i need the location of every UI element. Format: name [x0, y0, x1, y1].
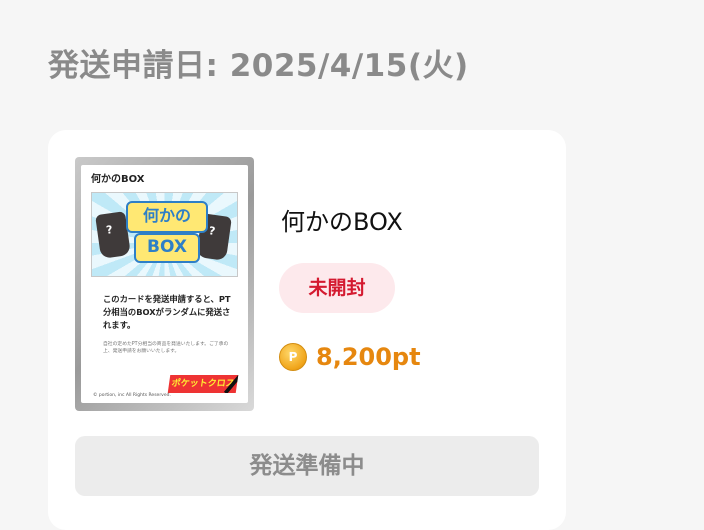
- card-image-copyright: © portion, inc All Rights Reserved.: [93, 393, 171, 398]
- card-logo-line1: 何かの: [126, 201, 208, 233]
- shipping-status-button[interactable]: 発送準備中: [75, 436, 539, 496]
- card-image-description: このカードを発送申請すると、PT分相当のBOXがランダムに発送されます。: [103, 294, 231, 330]
- shipping-request-date: 発送申請日: 2025/4/15(火): [48, 48, 469, 84]
- shipment-item-card: 何かのBOX ? ? 何かの BOX このカードを発送申請すると、PT分相当のB…: [48, 130, 566, 530]
- points-value: 8,200pt: [316, 343, 421, 371]
- item-name: 何かのBOX: [281, 208, 403, 236]
- brand-logo: ポケットクロス: [167, 375, 239, 393]
- card-logo-line2: BOX: [134, 233, 200, 263]
- card-image-face: 何かのBOX ? ? 何かの BOX このカードを発送申請すると、PT分相当のB…: [81, 165, 248, 403]
- card-image-title: 何かのBOX: [91, 174, 145, 185]
- points-display: P 8,200pt: [279, 342, 421, 372]
- card-image-artwork: ? ? 何かの BOX: [91, 192, 238, 277]
- card-image-fine-print: 自社の定めたPT分相当の商品を発送いたします。ご了承の上、発送申請をお願いいたし…: [103, 342, 229, 354]
- status-badge: 未開封: [279, 263, 395, 313]
- coin-icon: P: [279, 343, 307, 371]
- item-card-image: 何かのBOX ? ? 何かの BOX このカードを発送申請すると、PT分相当のB…: [75, 157, 254, 411]
